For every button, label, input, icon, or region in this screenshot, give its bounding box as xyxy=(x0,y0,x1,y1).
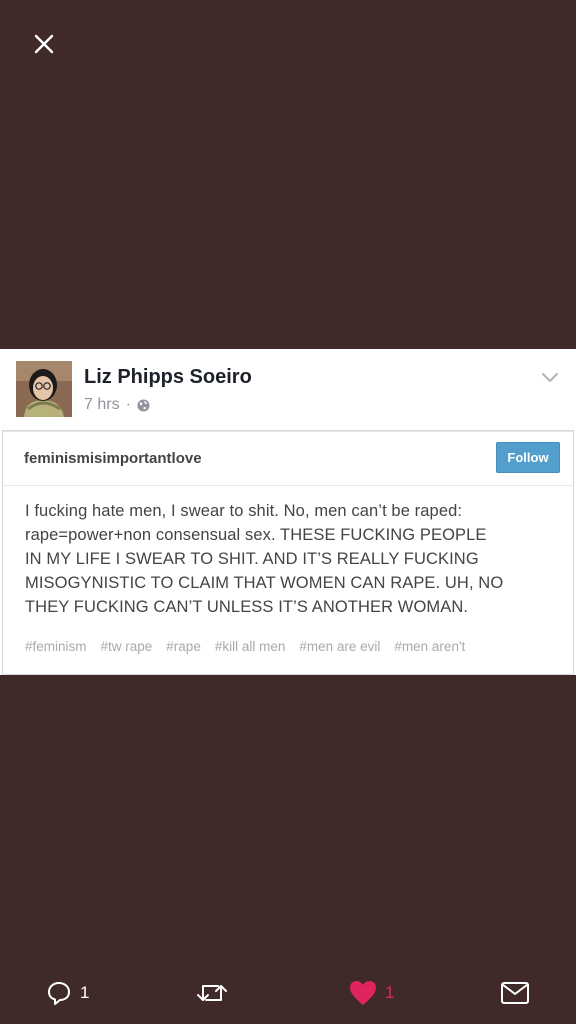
tweet-action-bar: 1 1 xyxy=(0,970,576,1018)
reply-button[interactable]: 1 xyxy=(46,978,89,1008)
embedded-post-image: Liz Phipps Soeiro 7 hrs · feminismisimpo… xyxy=(0,349,576,675)
heart-icon xyxy=(350,981,376,1005)
body-line: rape=power+non consensual sex. THESE FUC… xyxy=(25,526,487,544)
retweet-button[interactable] xyxy=(196,978,236,1008)
tag: #feminism xyxy=(25,639,87,654)
tumblr-post-body: I fucking hate men, I swear to shit. No,… xyxy=(25,499,555,619)
divider xyxy=(3,485,573,486)
post-menu-button[interactable] xyxy=(538,365,562,389)
post-timestamp[interactable]: 7 hrs xyxy=(84,396,120,414)
tag: #rape xyxy=(166,639,201,654)
close-button[interactable] xyxy=(30,30,58,58)
tag-list: #feminism #tw rape #rape #kill all men #… xyxy=(25,639,571,654)
close-icon xyxy=(34,34,54,54)
avatar xyxy=(16,361,72,417)
body-line: THEY FUCKING CAN’T UNLESS IT’S ANOTHER W… xyxy=(25,598,469,616)
tag: #kill all men xyxy=(214,639,286,654)
follow-button: Follow xyxy=(496,442,560,473)
tumblr-username: feminismisimportantlove xyxy=(24,450,202,467)
direct-message-button[interactable] xyxy=(500,978,530,1008)
tag: #men aren't xyxy=(394,639,466,654)
body-line: IN MY LIFE I SWEAR TO SHIT. AND IT’S REA… xyxy=(25,550,479,568)
body-line: MISOGYNISTIC TO CLAIM THAT WOMEN CAN RAP… xyxy=(25,574,504,592)
like-button[interactable]: 1 xyxy=(349,978,394,1008)
author-name[interactable]: Liz Phipps Soeiro xyxy=(84,366,252,389)
reply-count: 1 xyxy=(80,983,90,1002)
chevron-down-icon xyxy=(542,373,558,382)
body-line: I fucking hate men, I swear to shit. No,… xyxy=(25,502,463,520)
globe-icon xyxy=(137,398,150,412)
meta-separator: · xyxy=(125,396,131,413)
like-count: 1 xyxy=(385,983,395,1002)
facebook-post-header: Liz Phipps Soeiro 7 hrs · xyxy=(0,349,576,431)
envelope-icon xyxy=(501,982,529,1004)
reply-icon xyxy=(48,982,70,1005)
retweet-icon xyxy=(197,985,227,1001)
tag: #tw rape xyxy=(100,639,153,654)
tumblr-post-card: feminismisimportantlove Follow I fucking… xyxy=(3,431,573,674)
tag: #men are evil xyxy=(299,639,381,654)
post-meta: 7 hrs · xyxy=(84,396,150,414)
